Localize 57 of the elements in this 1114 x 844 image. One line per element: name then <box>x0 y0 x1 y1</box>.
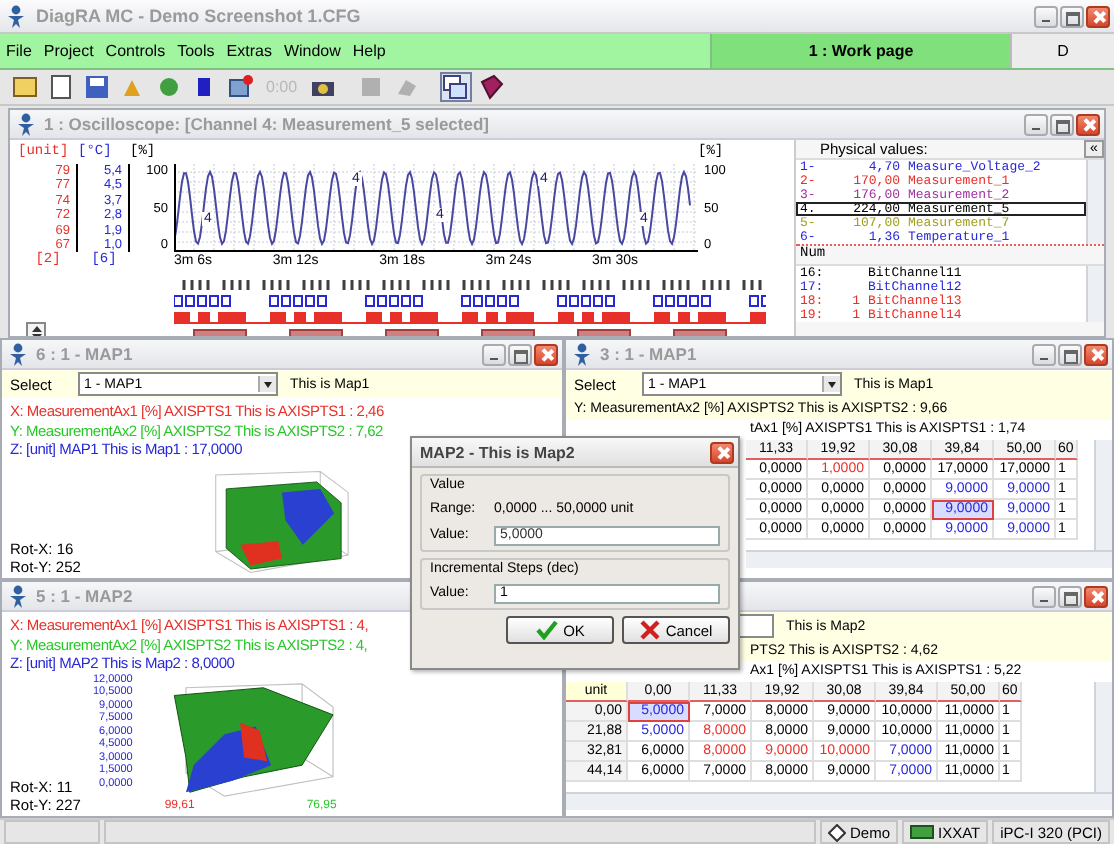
document-icon <box>47 74 73 100</box>
toolbar-button[interactable] <box>475 72 508 102</box>
expand-button[interactable] <box>26 322 46 336</box>
maximize-button[interactable] <box>1058 585 1082 607</box>
menu-item[interactable]: Help <box>346 42 392 60</box>
page-button[interactable]: D <box>1010 34 1114 68</box>
scrollbar[interactable] <box>1086 160 1104 244</box>
scrollbar[interactable] <box>1094 440 1112 550</box>
close-button[interactable] <box>1086 5 1110 27</box>
maximize-button[interactable] <box>1058 343 1082 365</box>
toolbar-button[interactable] <box>439 72 472 102</box>
scrollbar[interactable] <box>746 550 1112 568</box>
diamond-icon <box>828 823 846 841</box>
close-icon <box>639 620 660 640</box>
maximize-button[interactable] <box>1060 5 1084 27</box>
menu-item[interactable]: Window <box>277 42 347 60</box>
minimize-button[interactable] <box>1032 585 1056 607</box>
windows-icon <box>442 74 469 100</box>
minimize-button[interactable] <box>1034 5 1058 27</box>
maximize-button[interactable] <box>1050 113 1074 135</box>
check-icon <box>535 620 558 640</box>
work-page-tab[interactable]: 1 : Work page <box>710 34 1010 68</box>
menu-item[interactable]: Tools <box>171 42 221 60</box>
minimize-button[interactable] <box>1024 113 1048 135</box>
dialog-title: MAP2 - This is Map2 <box>420 443 575 461</box>
plug-icon <box>910 824 935 840</box>
app-icon <box>4 4 28 28</box>
scrollbar[interactable] <box>566 792 1112 810</box>
window-title: 3 : 1 - MAP1 <box>600 344 697 364</box>
toolbar-button[interactable] <box>80 72 112 102</box>
minimize-button[interactable] <box>482 343 506 365</box>
menu-item[interactable]: Controls <box>99 42 172 60</box>
circle-icon <box>155 74 181 100</box>
square-icon <box>358 74 385 100</box>
close-button[interactable] <box>1076 113 1100 135</box>
scrollbar[interactable] <box>1086 266 1104 322</box>
close-button[interactable] <box>1084 585 1108 607</box>
close-button[interactable] <box>534 343 558 365</box>
window-title: 1 : Oscilloscope: [Channel 4: Measurement_5 selected] <box>44 114 489 134</box>
menu-item[interactable]: Extras <box>220 42 278 60</box>
app-icon <box>14 112 38 136</box>
save-icon <box>83 74 109 100</box>
window-title: DiagRA MC - Demo Screenshot 1.CFG <box>36 6 361 26</box>
arrows-icon <box>29 325 43 336</box>
toolbar-button[interactable] <box>224 72 256 102</box>
maximize-button[interactable] <box>508 343 532 365</box>
window-title: 5 : 1 - MAP2 <box>36 586 133 606</box>
app-icon <box>6 584 30 608</box>
app-icon <box>570 342 594 366</box>
scrollbar[interactable] <box>1094 682 1112 792</box>
app-icon <box>6 342 30 366</box>
minimize-button[interactable] <box>1032 343 1056 365</box>
menu-item[interactable]: Project <box>37 42 100 60</box>
menu-item[interactable]: File <box>0 42 38 60</box>
window-title: 6 : 1 - MAP1 <box>36 344 133 364</box>
close-button[interactable] <box>710 441 734 463</box>
close-button[interactable] <box>1084 343 1108 365</box>
